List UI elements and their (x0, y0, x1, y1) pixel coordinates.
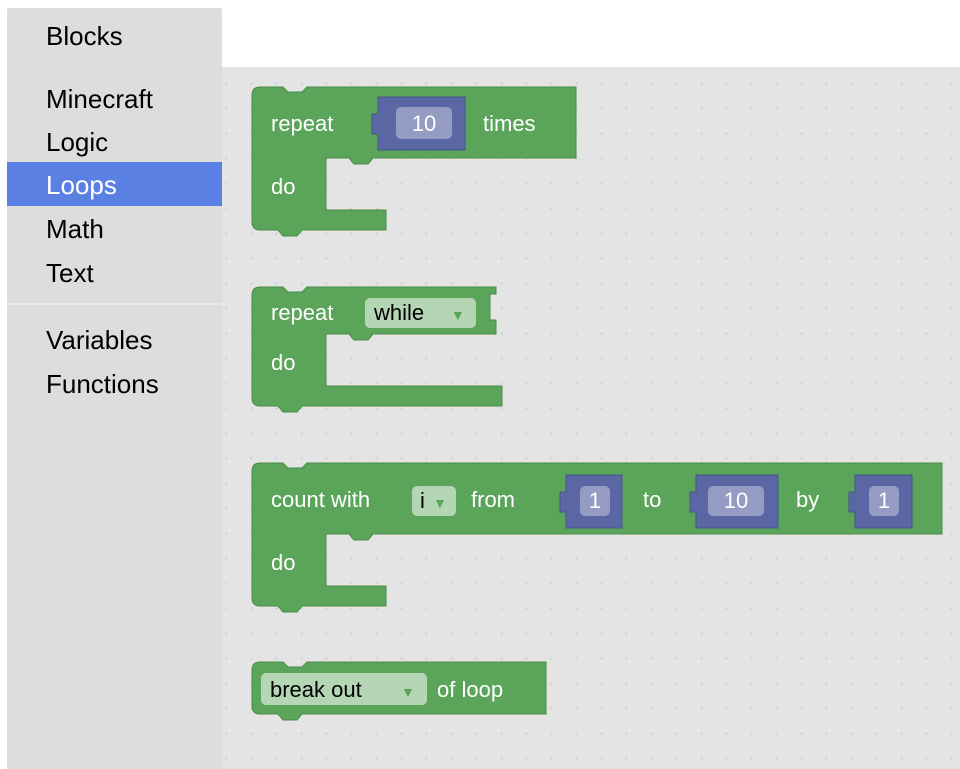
from-label: from (471, 487, 515, 512)
blocks-tab[interactable]: Blocks (7, 8, 222, 67)
by-number-block[interactable]: 1 (848, 474, 913, 529)
break-mode-value: break out (270, 677, 362, 702)
by-label: by (796, 487, 819, 512)
break-block[interactable]: break out ▼ of loop (251, 661, 547, 721)
toolbox-separator (7, 303, 222, 305)
by-number-value: 1 (878, 488, 890, 513)
from-number-block[interactable]: 1 (559, 474, 623, 529)
toolbox: Minecraft Logic Loops Math Text Variable… (7, 67, 222, 769)
category-loops[interactable]: Loops (7, 162, 222, 206)
category-variables[interactable]: Variables (7, 317, 222, 361)
while-dropdown-value: while (373, 300, 424, 325)
count-with-block[interactable]: count with i ▼ from 1 to 10 by 1 do (251, 462, 943, 613)
break-mode-dropdown[interactable]: break out ▼ (261, 673, 427, 705)
from-number-value: 1 (589, 488, 601, 513)
category-minecraft[interactable]: Minecraft (7, 76, 222, 120)
repeat-while-label: repeat (271, 300, 333, 325)
variable-dropdown[interactable]: i ▼ (412, 486, 456, 516)
to-number-value: 10 (724, 488, 748, 513)
variable-dropdown-value: i (420, 488, 425, 513)
do-label: do (271, 350, 295, 375)
category-text[interactable]: Text (7, 250, 222, 294)
count-with-label: count with (271, 487, 370, 512)
chevron-down-icon: ▼ (433, 495, 447, 511)
repeat-label: repeat (271, 111, 333, 136)
blocks-tab-label: Blocks (46, 21, 123, 51)
times-label: times (483, 111, 536, 136)
repeat-times-block[interactable]: repeat 10 times do (251, 86, 577, 237)
times-number-block[interactable]: 10 (371, 96, 466, 151)
to-label: to (643, 487, 661, 512)
repeat-while-block[interactable]: repeat while ▼ do (251, 286, 503, 413)
while-dropdown[interactable]: while ▼ (365, 298, 476, 328)
do-label: do (271, 550, 295, 575)
chevron-down-icon: ▼ (451, 307, 465, 323)
to-number-block[interactable]: 10 (689, 474, 779, 529)
flyout-workspace[interactable]: repeat 10 times do repeat while ▼ do cou… (222, 67, 960, 769)
category-logic[interactable]: Logic (7, 119, 222, 163)
do-label: do (271, 174, 295, 199)
times-number-value: 10 (412, 111, 436, 136)
of-loop-label: of loop (437, 677, 503, 702)
category-math[interactable]: Math (7, 206, 222, 250)
chevron-down-icon: ▼ (401, 684, 415, 700)
category-functions[interactable]: Functions (7, 361, 222, 405)
